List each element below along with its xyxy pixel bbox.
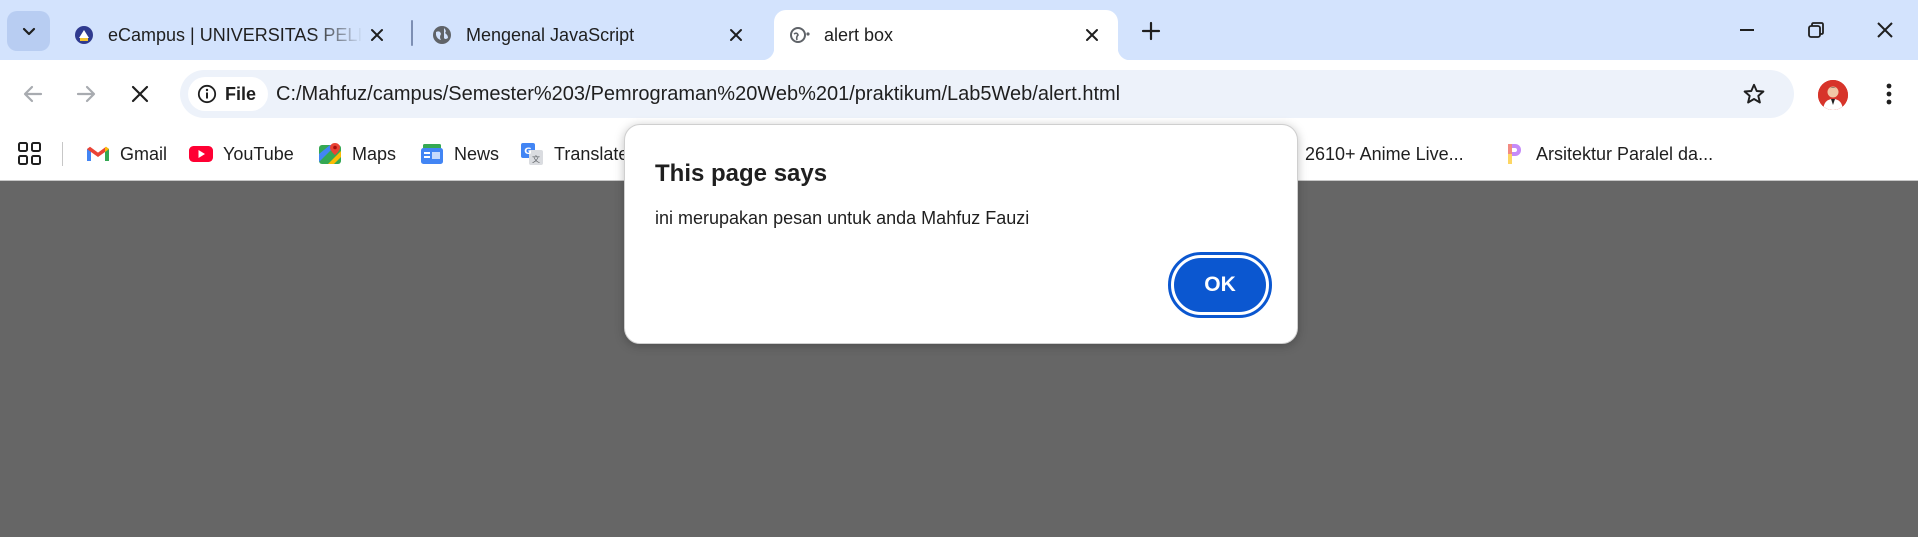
tab-ecampus[interactable]: eCampus | UNIVERSITAS PELITA BANGSA	[58, 10, 403, 60]
tab-alert-box[interactable]: alert box	[762, 10, 1130, 60]
close-icon	[131, 85, 149, 103]
translate-icon: G文	[520, 142, 544, 166]
university-logo-icon	[74, 25, 94, 45]
bookmark-arsitektur[interactable]: Arsitektur Paralel da...	[1502, 140, 1713, 168]
plus-icon	[1141, 21, 1161, 41]
chip-label: File	[225, 83, 257, 104]
new-tab-button[interactable]	[1134, 14, 1168, 48]
loading-globe-icon	[790, 25, 810, 45]
bookmark-youtube[interactable]: YouTube	[189, 140, 294, 168]
url-text[interactable]: C:/Mahfuz/campus/Semester%203/Pemrograma…	[276, 83, 1120, 106]
stop-loading-button[interactable]	[120, 74, 160, 114]
ok-button[interactable]: OK	[1168, 252, 1272, 318]
arrow-left-icon	[23, 85, 43, 103]
forward-button[interactable]	[66, 74, 106, 114]
bookmark-icon	[1502, 142, 1526, 166]
arrow-right-icon	[76, 85, 96, 103]
info-icon	[197, 84, 217, 104]
bookmark-maps[interactable]: Maps	[318, 140, 396, 168]
tab-search-button[interactable]	[7, 11, 50, 51]
bookmark-label: 2610+ Anime Live...	[1305, 143, 1464, 164]
tab-title: alert box	[824, 24, 894, 45]
bookmarks-separator	[62, 142, 63, 166]
bookmark-label: Gmail	[120, 143, 168, 164]
bookmark-label: Translate	[554, 143, 629, 164]
gmail-icon	[86, 142, 110, 166]
close-icon[interactable]	[1078, 21, 1106, 49]
menu-button[interactable]	[1873, 76, 1905, 112]
more-vertical-icon	[1886, 83, 1892, 105]
profile-icon	[1818, 80, 1848, 110]
restore-icon	[1808, 22, 1824, 38]
minimize-icon	[1740, 29, 1754, 31]
bookmark-star-button[interactable]	[1740, 80, 1768, 108]
close-icon[interactable]	[722, 21, 750, 49]
address-bar[interactable]: File C:/Mahfuz/campus/Semester%203/Pemro…	[180, 70, 1794, 118]
tab-title: Mengenal JavaScript	[466, 24, 635, 45]
toolbar: File C:/Mahfuz/campus/Semester%203/Pemro…	[0, 60, 1918, 128]
star-icon	[1743, 83, 1765, 104]
svg-text:文: 文	[532, 154, 540, 164]
tab-strip: eCampus | UNIVERSITAS PELITA BANGSA Meng…	[0, 0, 1918, 60]
maps-icon	[318, 142, 342, 166]
bookmark-anime[interactable]: 2610+ Anime Live...	[1305, 140, 1464, 168]
ok-button-label: OK	[1174, 258, 1266, 312]
bookmark-gmail[interactable]: Gmail	[86, 140, 167, 168]
bookmark-news[interactable]: News	[420, 140, 499, 168]
tab-title: eCampus | UNIVERSITAS PELITA BANGSA	[108, 24, 363, 45]
tab-mengenal-javascript[interactable]: Mengenal JavaScript	[416, 10, 762, 60]
bookmark-label: Arsitektur Paralel da...	[1536, 143, 1714, 164]
chevron-down-icon	[22, 27, 35, 36]
globe-icon	[432, 25, 452, 45]
close-icon	[1877, 22, 1893, 38]
bookmark-label: Maps	[352, 143, 397, 164]
restore-button[interactable]	[1794, 8, 1838, 52]
bookmark-label: News	[454, 143, 500, 164]
dialog-message: ini merupakan pesan untuk anda Mahfuz Fa…	[655, 208, 1030, 228]
apps-grid-icon[interactable]	[17, 141, 43, 167]
close-icon[interactable]	[363, 21, 391, 49]
avatar[interactable]	[1818, 80, 1848, 110]
news-icon	[420, 142, 444, 166]
bookmark-translate[interactable]: G文 Translate	[520, 140, 628, 168]
tab-separator	[411, 20, 413, 46]
site-info-chip[interactable]: File	[188, 77, 269, 111]
alert-dialog: This page says ini merupakan pesan untuk…	[624, 124, 1298, 344]
minimize-button[interactable]	[1725, 8, 1769, 52]
bookmark-label: YouTube	[223, 143, 294, 164]
svg-text:G: G	[524, 147, 531, 157]
back-button[interactable]	[13, 74, 53, 114]
youtube-icon	[189, 142, 213, 166]
window-close-button[interactable]	[1863, 8, 1907, 52]
dialog-title: This page says	[655, 160, 828, 187]
